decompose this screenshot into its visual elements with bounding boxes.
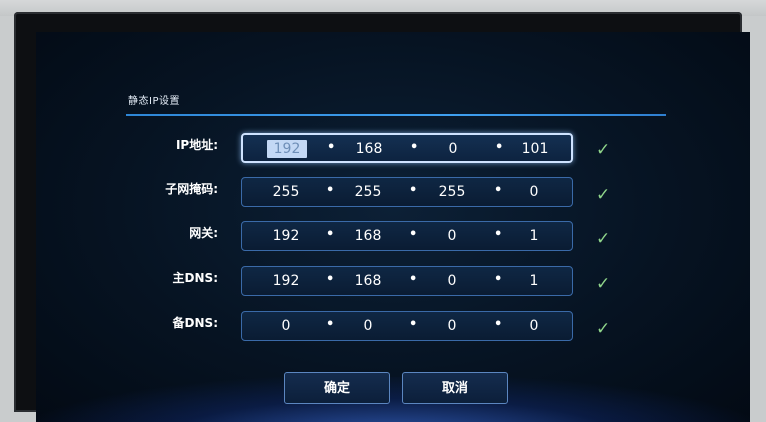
ip-address-label: IP地址: (175, 138, 218, 152)
tv-bezel: 静态IP设置 IP地址: 192 • 168 • 0 • 101 ✓ 子网掩码:… (14, 12, 750, 422)
gateway-octet-3[interactable]: 0 (432, 228, 472, 244)
primary-dns-label: 主DNS: (172, 271, 218, 285)
dialog-title: 静态IP设置 (128, 96, 180, 107)
mask-octet-3[interactable]: 255 (432, 184, 472, 200)
title-divider (126, 114, 666, 116)
octet-separator: • (409, 183, 418, 198)
secondary-dns-label: 备DNS: (172, 316, 218, 330)
ip-address-valid-check-icon: ✓ (596, 140, 611, 160)
secondary-dns-field[interactable]: 0 • 0 • 0 • 0 (241, 311, 573, 341)
octet-separator: • (326, 227, 335, 242)
mask-octet-4[interactable]: 0 (514, 184, 554, 200)
dns1-octet-1[interactable]: 192 (266, 273, 306, 289)
primary-dns-valid-check-icon: ✓ (596, 274, 611, 294)
dns2-octet-4[interactable]: 0 (514, 318, 554, 334)
subnet-mask-valid-check-icon: ✓ (596, 185, 611, 205)
octet-separator: • (326, 183, 335, 198)
gateway-label: 网关: (189, 226, 218, 240)
octet-separator: • (409, 272, 418, 287)
cancel-button[interactable]: 取消 (402, 372, 508, 404)
octet-separator: • (410, 140, 419, 155)
gateway-octet-4[interactable]: 1 (514, 228, 554, 244)
dns2-octet-3[interactable]: 0 (432, 318, 472, 334)
secondary-dns-valid-check-icon: ✓ (596, 319, 611, 339)
primary-dns-field[interactable]: 192 • 168 • 0 • 1 (241, 266, 573, 296)
dns1-octet-3[interactable]: 0 (432, 273, 472, 289)
octet-separator: • (326, 272, 335, 287)
octet-separator: • (326, 317, 335, 332)
gateway-valid-check-icon: ✓ (596, 229, 611, 249)
ip-octet-1[interactable]: 192 (267, 140, 307, 158)
ip-address-field[interactable]: 192 • 168 • 0 • 101 (241, 133, 573, 163)
gateway-octet-2[interactable]: 168 (348, 228, 388, 244)
octet-separator: • (409, 227, 418, 242)
octet-separator: • (327, 140, 336, 155)
mask-octet-2[interactable]: 255 (348, 184, 388, 200)
octet-separator: • (494, 272, 503, 287)
mask-octet-1[interactable]: 255 (266, 184, 306, 200)
dns2-octet-2[interactable]: 0 (348, 318, 388, 334)
octet-separator: • (494, 183, 503, 198)
ip-octet-2[interactable]: 168 (349, 141, 389, 157)
octet-separator: • (495, 140, 504, 155)
dns1-octet-4[interactable]: 1 (514, 273, 554, 289)
tv-screen: 静态IP设置 IP地址: 192 • 168 • 0 • 101 ✓ 子网掩码:… (36, 32, 750, 422)
octet-separator: • (494, 227, 503, 242)
gateway-field[interactable]: 192 • 168 • 0 • 1 (241, 221, 573, 251)
confirm-button[interactable]: 确定 (284, 372, 390, 404)
subnet-mask-field[interactable]: 255 • 255 • 255 • 0 (241, 177, 573, 207)
octet-separator: • (494, 317, 503, 332)
dns2-octet-1[interactable]: 0 (266, 318, 306, 334)
subnet-mask-label: 子网掩码: (165, 182, 218, 196)
ip-octet-4[interactable]: 101 (515, 141, 555, 157)
ip-octet-3[interactable]: 0 (433, 141, 473, 157)
dns1-octet-2[interactable]: 168 (348, 273, 388, 289)
octet-separator: • (409, 317, 418, 332)
gateway-octet-1[interactable]: 192 (266, 228, 306, 244)
